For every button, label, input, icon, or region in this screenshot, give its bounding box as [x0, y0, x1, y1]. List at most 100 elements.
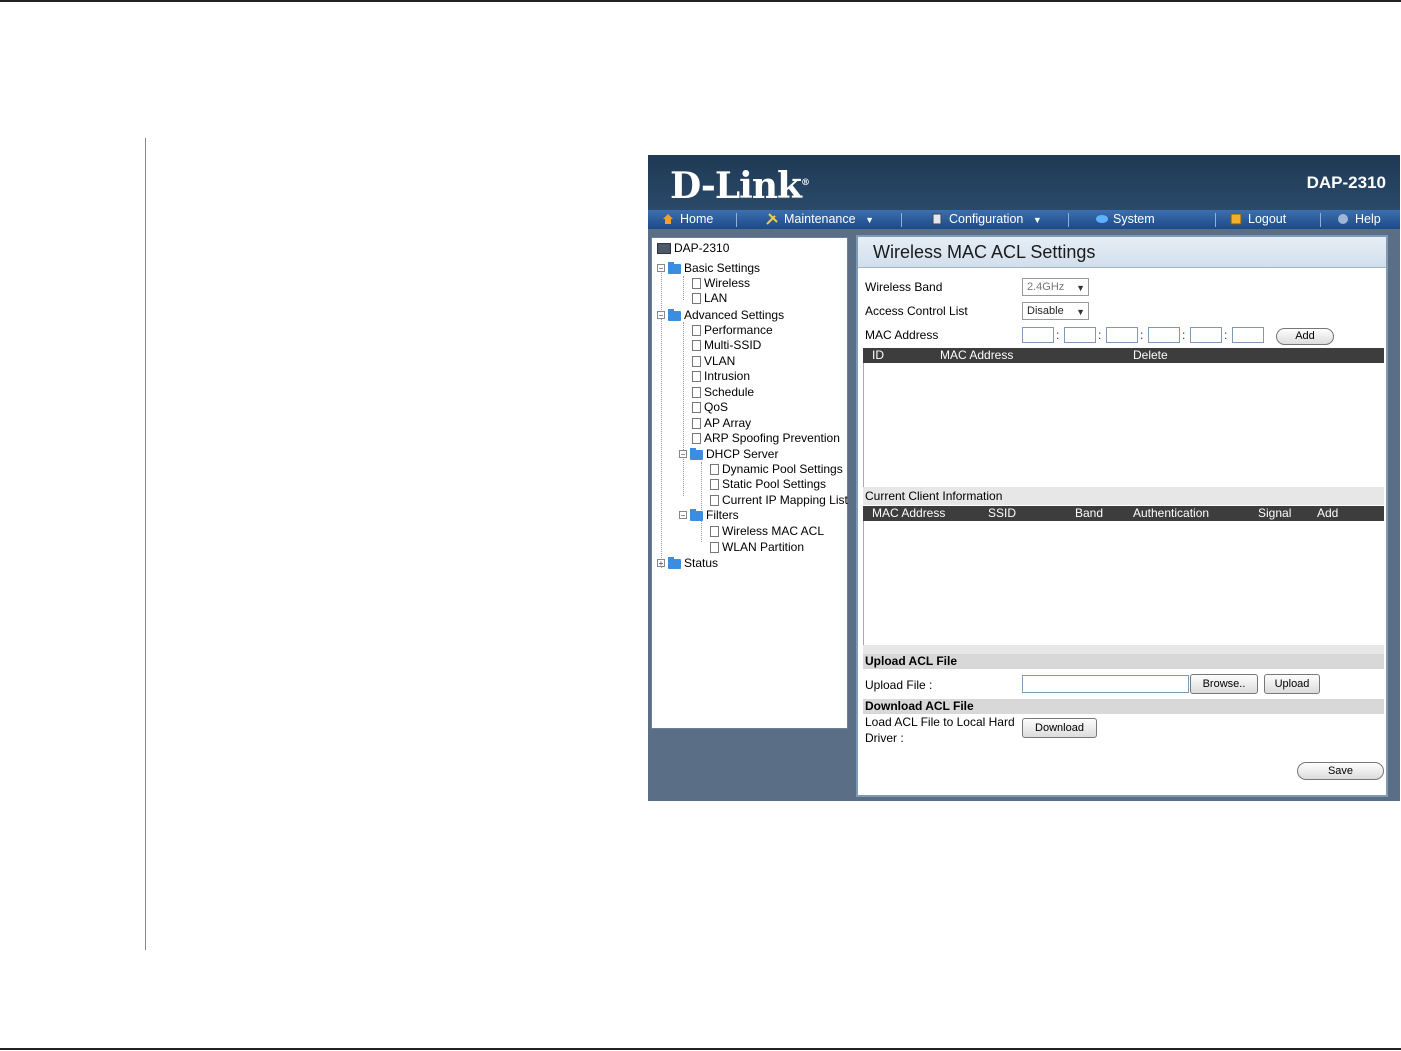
mac-address-label: MAC Address [865, 328, 939, 342]
expand-icon[interactable]: + [657, 559, 665, 568]
col-delete: Delete [1133, 348, 1168, 362]
page-icon [692, 293, 701, 304]
tree-ap-array[interactable]: AP Array [692, 416, 751, 431]
page-icon [710, 526, 719, 537]
tree-schedule[interactable]: Schedule [692, 385, 754, 400]
section-gap [863, 645, 1384, 654]
page-icon [692, 371, 701, 382]
tree-line [701, 462, 702, 542]
tree-dynamic-pool[interactable]: Dynamic Pool Settings [710, 462, 843, 477]
mac-separator: : [1224, 328, 1228, 342]
menu-configuration[interactable]: Configuration ▼ [931, 212, 1042, 226]
tree-line [683, 322, 684, 496]
mac-octet-5-input[interactable] [1190, 327, 1222, 343]
page-icon [710, 464, 719, 475]
tree-wireless[interactable]: Wireless [692, 276, 750, 291]
config-icon [931, 213, 943, 225]
menu-separator [736, 213, 737, 227]
folder-icon [668, 557, 681, 569]
page-icon [692, 340, 701, 351]
tree-intrusion[interactable]: Intrusion [692, 369, 750, 384]
tree-filters[interactable]: Filters [690, 508, 739, 523]
home-icon [662, 213, 674, 225]
client-table-header: MAC Address SSID Band Authentication Sig… [863, 506, 1384, 521]
wireless-band-select[interactable]: 2.4GHz ▼ [1022, 278, 1089, 296]
system-icon [1095, 213, 1108, 225]
menu-logout[interactable]: Logout [1230, 212, 1286, 226]
col-id: ID [872, 348, 884, 362]
dropdown-arrow-icon: ▼ [1076, 283, 1085, 293]
mac-octet-1-input[interactable] [1022, 327, 1054, 343]
col-authentication: Authentication [1133, 506, 1210, 520]
model-name: DAP-2310 [1306, 173, 1386, 192]
upload-button[interactable]: Upload [1264, 674, 1320, 694]
acl-table-header: ID MAC Address Delete [863, 348, 1384, 363]
tree-wlan-partition[interactable]: WLAN Partition [710, 540, 804, 555]
content-panel: Wireless MAC ACL Settings Wireless Band … [856, 235, 1388, 797]
col-client-mac: MAC Address [872, 506, 946, 520]
mac-octet-2-input[interactable] [1064, 327, 1096, 343]
mac-octet-3-input[interactable] [1106, 327, 1138, 343]
page-icon [692, 356, 701, 367]
mac-separator: : [1140, 328, 1144, 342]
menu-home[interactable]: Home [662, 212, 713, 226]
collapse-icon[interactable]: − [679, 450, 687, 459]
tree-root[interactable]: DAP-2310 [657, 241, 729, 256]
upload-file-input[interactable] [1022, 675, 1189, 693]
page-icon [710, 495, 719, 506]
save-button[interactable]: Save [1297, 762, 1384, 780]
tree-dhcp-server[interactable]: DHCP Server [690, 447, 778, 462]
tree-qos[interactable]: QoS [692, 400, 728, 415]
tree-multi-ssid[interactable]: Multi-SSID [692, 338, 761, 353]
dlink-logo: D-Link® [670, 165, 810, 207]
mac-separator: : [1182, 328, 1186, 342]
title-bar: Wireless MAC ACL Settings [858, 237, 1386, 268]
page-icon [692, 387, 701, 398]
tree-static-pool[interactable]: Static Pool Settings [710, 477, 826, 492]
help-icon [1337, 213, 1349, 225]
mac-octet-4-input[interactable] [1148, 327, 1180, 343]
acl-select[interactable]: Disable ▼ [1022, 302, 1089, 320]
navigation-tree: DAP-2310 − Basic Settings Wireless LAN −… [651, 237, 848, 729]
tree-performance[interactable]: Performance [692, 323, 773, 338]
tree-basic-settings[interactable]: Basic Settings [668, 261, 760, 276]
mac-separator: : [1056, 328, 1060, 342]
menu-help[interactable]: Help [1337, 212, 1381, 226]
acl-table-body [863, 363, 1385, 487]
acl-label: Access Control List [865, 304, 968, 318]
page-icon [692, 278, 701, 289]
logout-icon [1230, 213, 1242, 225]
browse-button[interactable]: Browse.. [1190, 674, 1258, 694]
mac-separator: : [1098, 328, 1102, 342]
client-info-label: Current Client Information [865, 489, 1003, 503]
menu-separator [1320, 213, 1321, 227]
collapse-icon[interactable]: − [657, 264, 665, 273]
tree-arp-spoofing[interactable]: ARP Spoofing Prevention [692, 431, 840, 446]
folder-icon [690, 448, 703, 460]
folder-icon [668, 309, 681, 321]
add-mac-button[interactable]: Add [1276, 328, 1334, 345]
download-label-line2: Driver : [865, 731, 904, 745]
page-icon [692, 433, 701, 444]
collapse-icon[interactable]: − [657, 311, 665, 320]
menu-maintenance[interactable]: Maintenance ▼ [766, 212, 874, 226]
chevron-down-icon: ▼ [865, 215, 874, 225]
collapse-icon[interactable]: − [679, 511, 687, 520]
tree-wireless-mac-acl[interactable]: Wireless MAC ACL [710, 524, 824, 539]
menu-separator [1215, 213, 1216, 227]
download-button[interactable]: Download [1022, 718, 1097, 738]
client-table-body [863, 521, 1385, 645]
header: D-Link® DAP-2310 [648, 155, 1400, 210]
tree-current-ip-mapping[interactable]: Current IP Mapping List [710, 493, 848, 508]
menu-system[interactable]: System [1095, 212, 1155, 226]
mac-octet-6-input[interactable] [1232, 327, 1264, 343]
col-mac-address: MAC Address [940, 348, 1014, 362]
tree-advanced-settings[interactable]: Advanced Settings [668, 308, 784, 323]
chevron-down-icon: ▼ [1032, 215, 1042, 225]
page-icon [710, 479, 719, 490]
tree-status[interactable]: Status [668, 556, 718, 571]
page-icon [692, 418, 701, 429]
tree-lan[interactable]: LAN [692, 291, 727, 306]
tree-vlan[interactable]: VLAN [692, 354, 735, 369]
computer-icon [657, 243, 671, 254]
